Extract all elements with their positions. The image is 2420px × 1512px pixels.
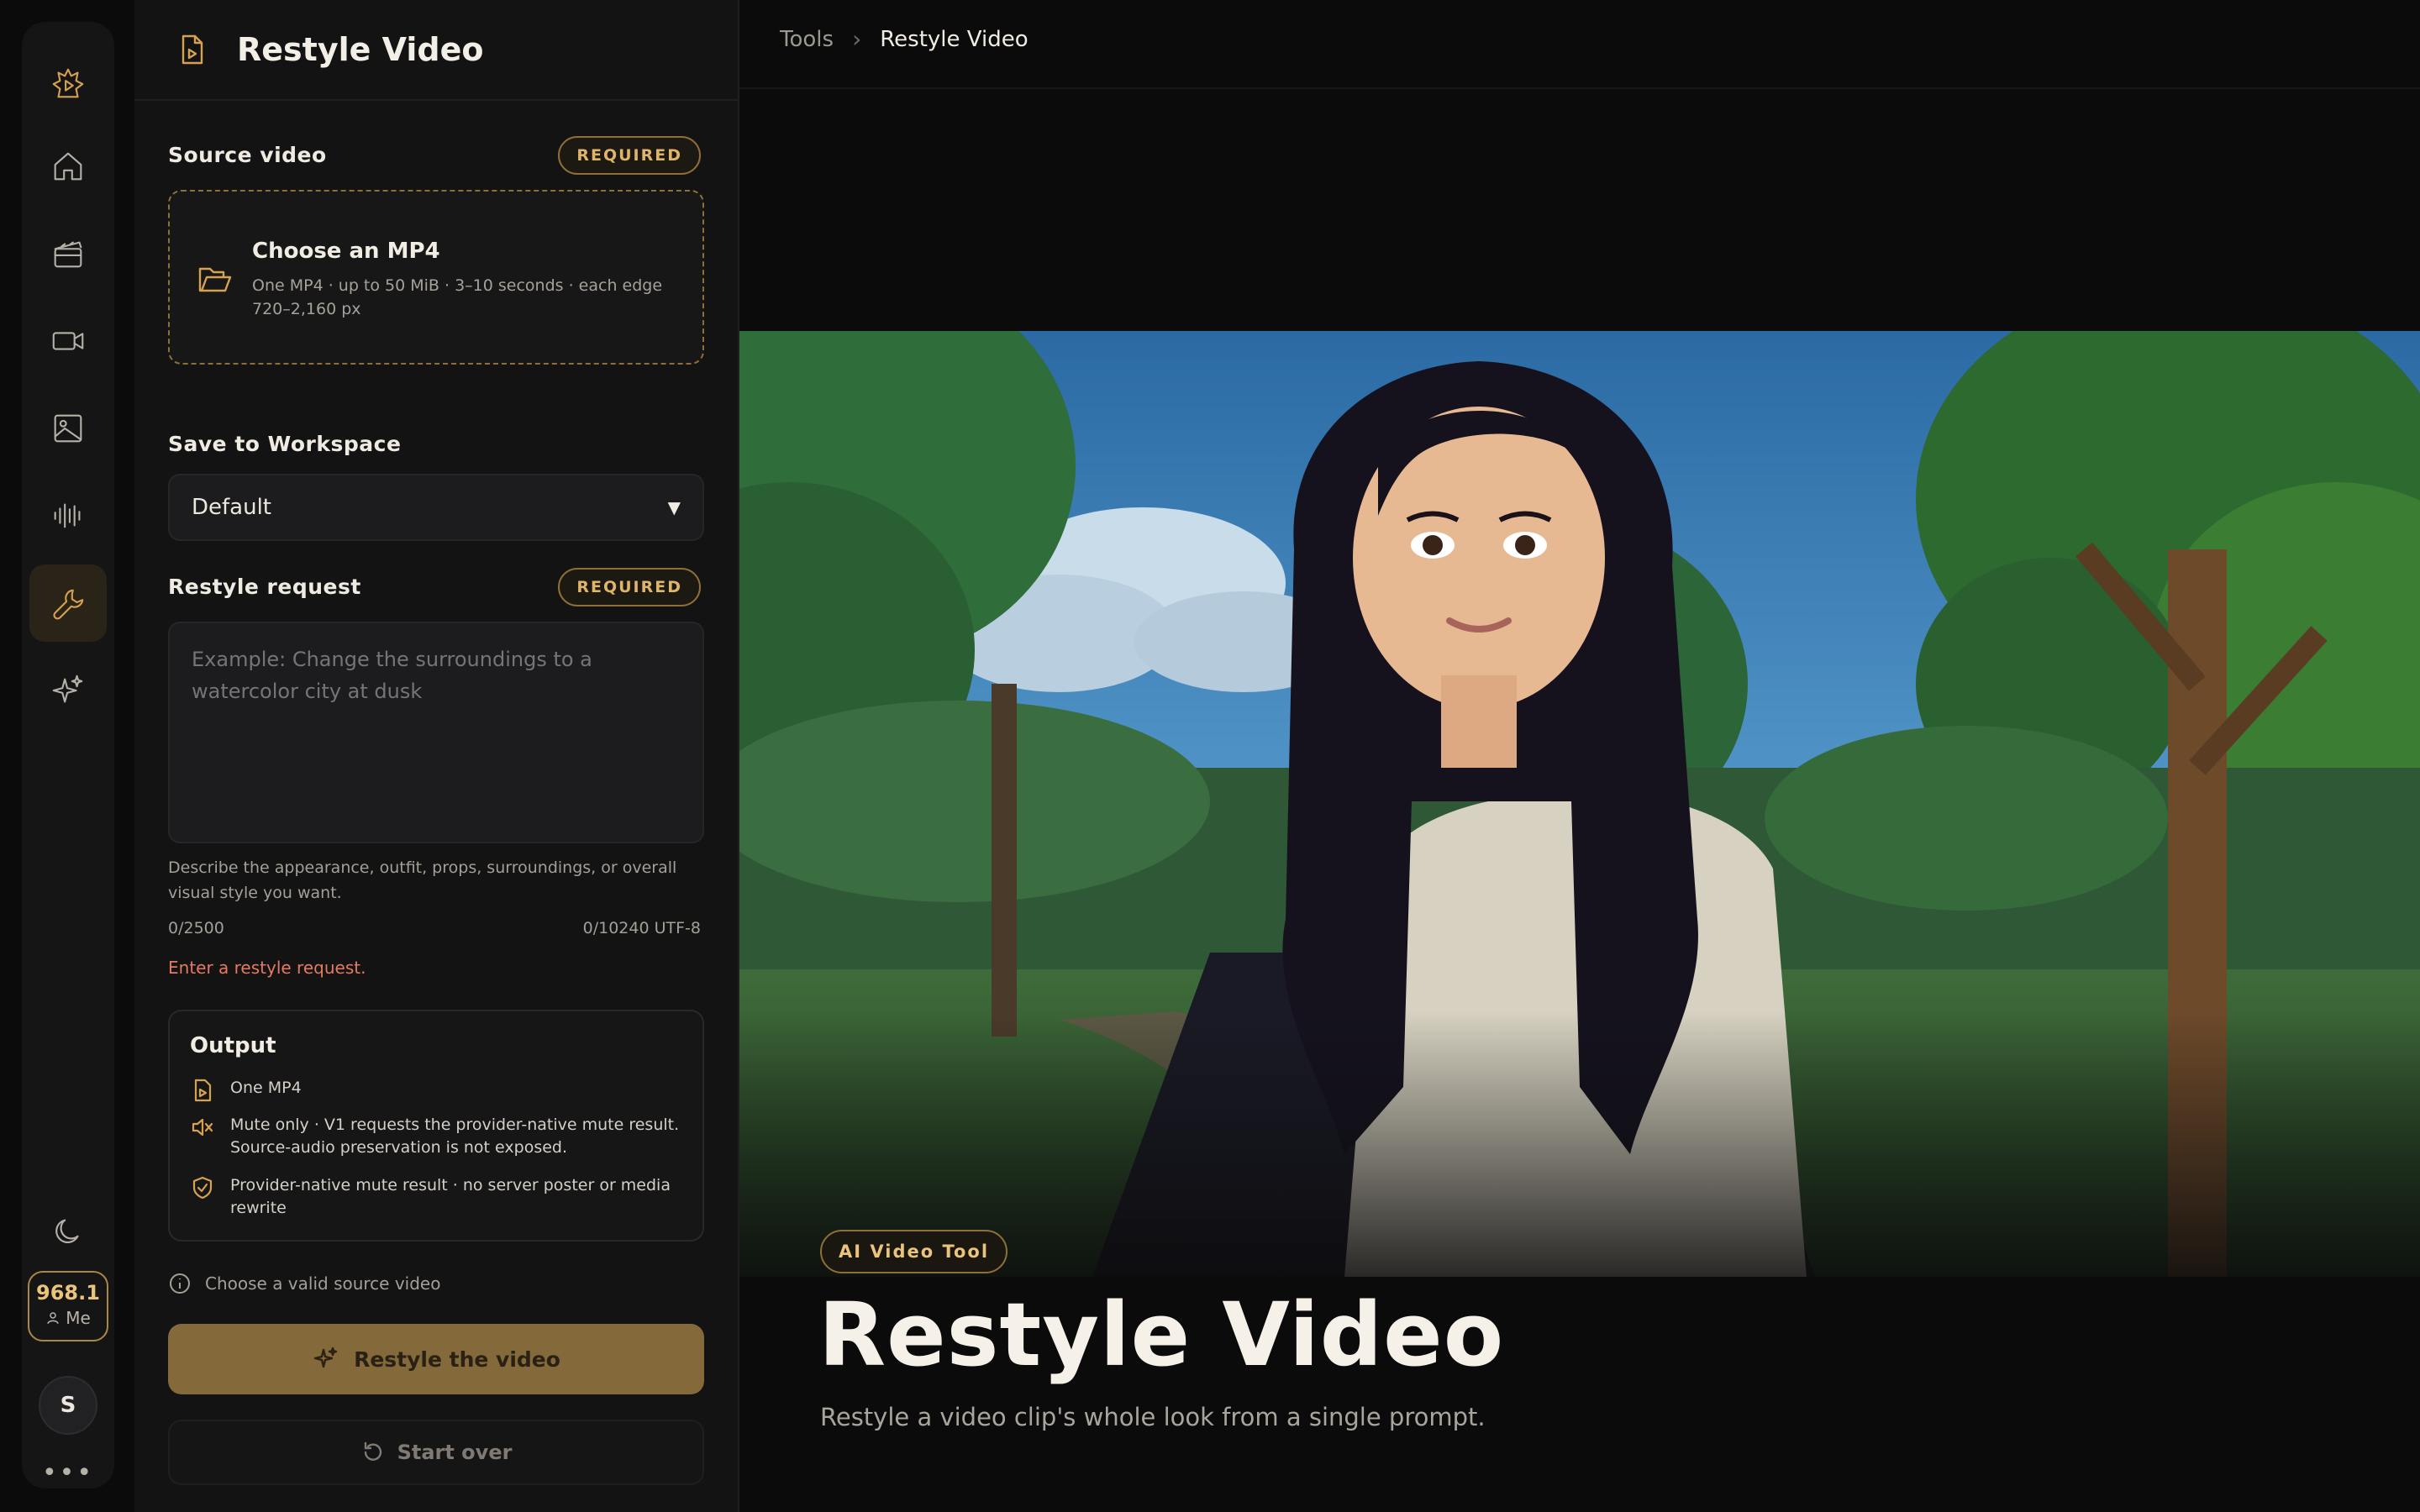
shield-check-icon xyxy=(192,1176,213,1200)
credits-owner: Me xyxy=(29,1308,107,1328)
breadcrumb: Tools › Restyle Video xyxy=(780,25,1028,53)
hero-subtitle: Restyle a video clip's whole look from a… xyxy=(820,1403,1486,1431)
user-icon xyxy=(47,1312,59,1325)
restyle-video-button-label: Restyle the video xyxy=(354,1347,560,1372)
breadcrumb-tools[interactable]: Tools xyxy=(780,27,834,52)
validation-status-text: Choose a valid source video xyxy=(205,1273,441,1294)
credits-badge[interactable]: 968.1 Me xyxy=(28,1271,108,1341)
credits-amount: 968.1 xyxy=(36,1281,100,1305)
output-provider-row: Provider-native mute result · no server … xyxy=(190,1174,694,1220)
hero-illustration xyxy=(739,331,2420,1277)
workspace-selected-value: Default xyxy=(192,495,271,520)
main-content: Tools › Restyle Video AI Video Tool Rest… xyxy=(739,0,2420,1512)
wrench-icon[interactable] xyxy=(29,564,107,642)
restyle-video-button[interactable]: Restyle the video xyxy=(168,1324,704,1394)
output-audio-row: Mute only · V1 requests the provider-nat… xyxy=(190,1114,694,1159)
sparkles-icon[interactable] xyxy=(29,652,107,729)
dropzone-requirements: One MP4 · up to 50 MiB · 3–10 seconds · … xyxy=(252,276,663,318)
source-required-badge: REQUIRED xyxy=(558,136,701,175)
request-error-message: Enter a restyle request. xyxy=(168,958,366,978)
output-format-row: One MP4 xyxy=(190,1077,694,1103)
clapperboard-icon[interactable] xyxy=(29,215,107,292)
audio-waveform-icon[interactable] xyxy=(29,477,107,554)
restyle-form-panel: Restyle Video Source video REQUIRED Choo… xyxy=(134,0,739,1512)
dropzone-title: Choose an MP4 xyxy=(252,239,440,264)
output-audio-text: Mute only · V1 requests the provider-nat… xyxy=(230,1116,680,1157)
start-over-button-label: Start over xyxy=(397,1441,513,1464)
source-video-dropzone[interactable]: Choose an MP4 One MP4 · up to 50 MiB · 3… xyxy=(168,190,704,365)
avatar[interactable]: S xyxy=(39,1376,97,1435)
chevron-right-icon: › xyxy=(852,25,862,53)
hero-title: Restyle Video xyxy=(818,1284,1505,1386)
sparkles-icon xyxy=(313,1347,338,1368)
workspace-label: Save to Workspace xyxy=(168,432,402,456)
breadcrumb-current: Restyle Video xyxy=(880,26,1028,52)
credits-owner-label: Me xyxy=(66,1308,91,1328)
source-video-label: Source video xyxy=(168,143,327,167)
output-format-text: One MP4 xyxy=(230,1079,302,1097)
image-icon[interactable] xyxy=(29,390,107,467)
icon-rail: 968.1 Me S ••• xyxy=(22,22,114,1488)
more-options-icon[interactable]: ••• xyxy=(39,1453,97,1492)
output-title: Output xyxy=(190,1033,276,1058)
output-info-card: Output One MP4 Mute only · V1 requests t… xyxy=(168,1010,704,1242)
app-logo-icon[interactable] xyxy=(29,45,107,123)
panel-title: Restyle Video xyxy=(237,31,484,68)
restyle-request-input[interactable] xyxy=(168,622,704,843)
restyle-request-label: Restyle request xyxy=(168,575,361,599)
chevron-down-icon: ▼ xyxy=(667,497,681,517)
char-counter: 0/2500 xyxy=(168,919,224,937)
folder-open-icon xyxy=(198,267,232,292)
home-icon[interactable] xyxy=(29,128,107,205)
rotate-ccw-icon xyxy=(364,1441,381,1461)
byte-counter: 0/10240 UTF-8 xyxy=(582,919,701,937)
output-provider-text: Provider-native mute result · no server … xyxy=(230,1176,671,1217)
validation-status: Choose a valid source video xyxy=(168,1272,440,1295)
video-file-icon xyxy=(194,1079,212,1102)
request-hint: Describe the appearance, outfit, props, … xyxy=(168,858,677,902)
speaker-muted-icon xyxy=(192,1118,213,1137)
dark-mode-moon-icon[interactable] xyxy=(29,1193,107,1270)
panel-header: Restyle Video xyxy=(134,0,738,101)
header-divider xyxy=(739,87,2420,89)
video-camera-icon[interactable] xyxy=(29,302,107,380)
ai-video-tool-chip: AI Video Tool xyxy=(820,1230,1008,1273)
request-required-badge: REQUIRED xyxy=(558,568,701,606)
video-file-icon xyxy=(182,34,203,65)
workspace-select[interactable]: Default ▼ xyxy=(168,474,704,541)
info-icon xyxy=(170,1273,190,1294)
start-over-button[interactable]: Start over xyxy=(168,1420,704,1485)
